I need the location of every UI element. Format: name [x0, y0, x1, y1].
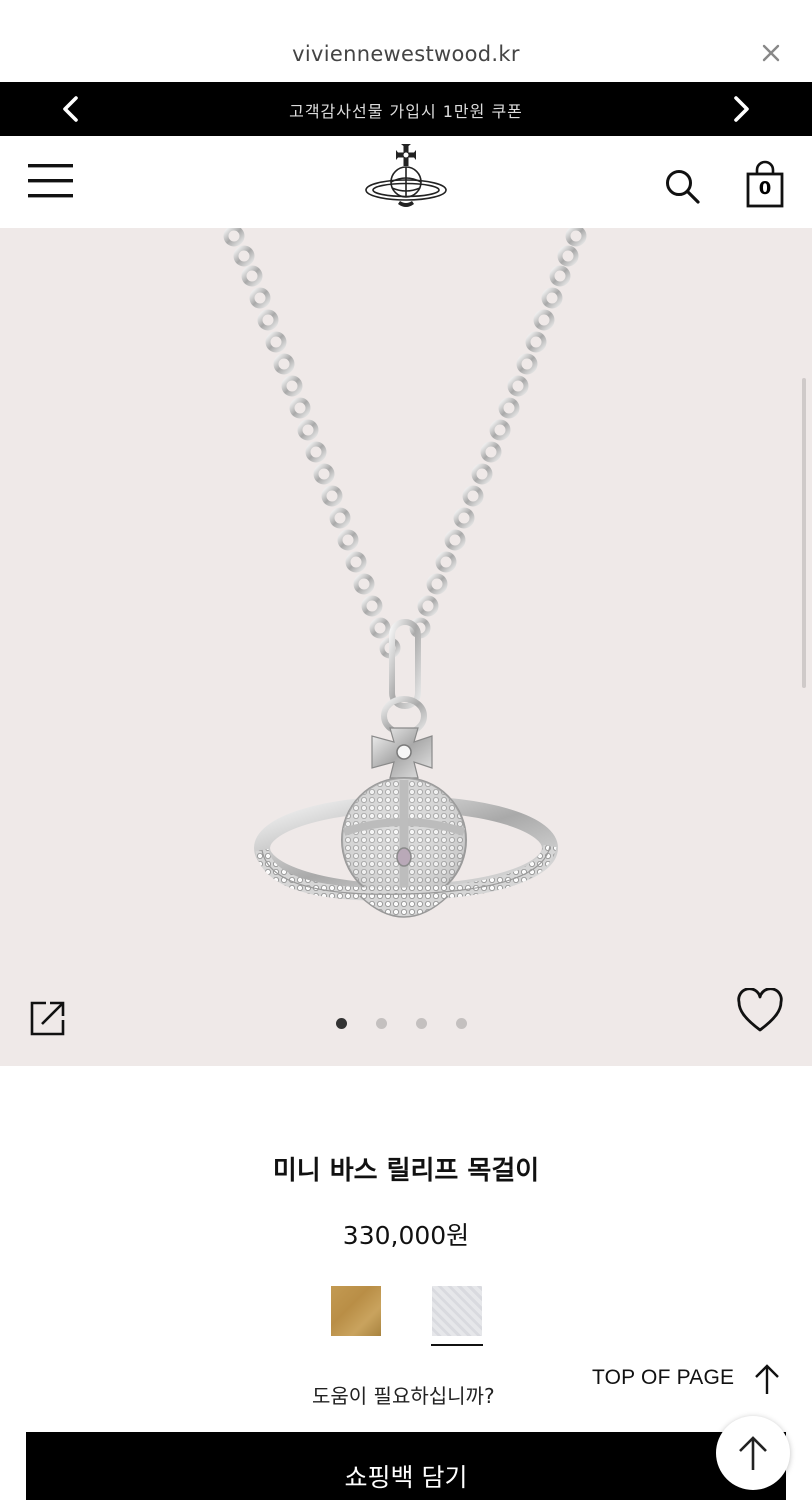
browser-address-bar: viviennewestwood.kr: [0, 0, 812, 82]
orb-logo[interactable]: [360, 144, 452, 214]
chevron-left-icon[interactable]: [58, 95, 84, 123]
color-swatch-silver[interactable]: [432, 1286, 482, 1336]
arrow-up-icon[interactable]: [752, 1362, 782, 1396]
scroll-to-top-button[interactable]: [716, 1416, 790, 1490]
promo-banner: 고객감사선물 가입시 1만원 쿠폰: [0, 82, 812, 136]
product-image: [223, 228, 587, 918]
carousel-dot[interactable]: [376, 1018, 387, 1029]
scrollbar[interactable]: [802, 378, 806, 688]
product-title: 미니 바스 릴리프 목걸이: [272, 1156, 540, 1186]
product-price: 330,000원: [342, 1221, 470, 1250]
search-icon[interactable]: [664, 168, 702, 206]
add-to-bag-button[interactable]: 쇼핑백 담기: [26, 1432, 786, 1500]
carousel-dot[interactable]: [416, 1018, 427, 1029]
promo-text[interactable]: 고객감사선물 가입시 1만원 쿠폰: [160, 98, 652, 122]
chevron-right-icon[interactable]: [728, 95, 754, 123]
selected-swatch-indicator: [431, 1344, 483, 1346]
arrow-up-icon: [739, 1436, 767, 1470]
bag-count: 0: [758, 178, 772, 199]
carousel-dot[interactable]: [456, 1018, 467, 1029]
help-link[interactable]: 도움이 필요하십니까?: [312, 1380, 495, 1409]
top-of-page-link[interactable]: TOP OF PAGE: [592, 1366, 734, 1390]
hamburger-menu-icon[interactable]: [28, 161, 74, 201]
color-swatch-gold[interactable]: [331, 1286, 381, 1336]
add-to-bag-label: 쇼핑백 담기: [344, 1463, 468, 1492]
url-text[interactable]: viviennewestwood.kr: [0, 42, 812, 66]
close-icon[interactable]: [760, 42, 782, 64]
share-icon[interactable]: [28, 998, 68, 1038]
heart-icon[interactable]: [736, 988, 784, 1034]
site-header: 0: [0, 136, 812, 228]
product-image-gallery[interactable]: [0, 228, 812, 1066]
carousel-dot[interactable]: [336, 1018, 347, 1029]
shopping-bag-button[interactable]: 0: [744, 160, 786, 208]
